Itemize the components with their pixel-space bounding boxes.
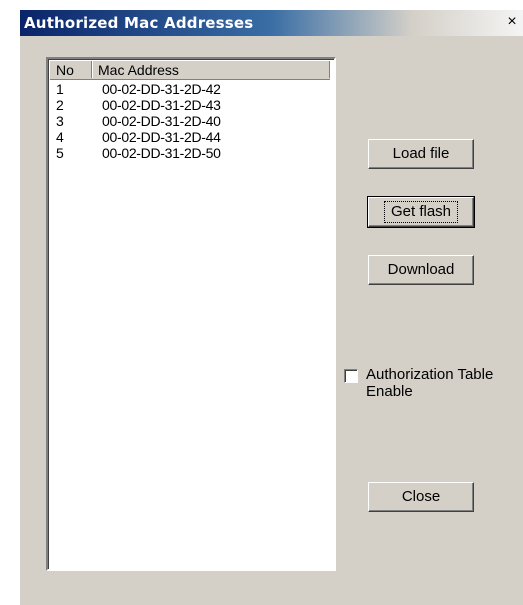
list-rows: 1 00-02-DD-31-2D-42 2 00-02-DD-31-2D-43 … [50,81,330,161]
get-flash-button[interactable]: Get flash [367,196,475,228]
list-item[interactable]: 4 00-02-DD-31-2D-44 [50,129,330,145]
list-header: No Mac Address [50,61,330,80]
column-header-mac-address[interactable]: Mac Address [92,61,330,78]
row-number: 3 [56,113,64,129]
download-button[interactable]: Download [368,255,474,285]
close-button[interactable]: Close [368,482,474,512]
list-item[interactable]: 3 00-02-DD-31-2D-40 [50,113,330,129]
title-bar[interactable]: Authorized Mac Addresses × [20,10,523,36]
authorization-table-enable-label[interactable]: Authorization Table Enable [366,366,523,400]
row-mac-address: 00-02-DD-31-2D-40 [102,113,221,129]
column-header-no[interactable]: No [50,61,92,78]
row-number: 4 [56,129,64,145]
row-mac-address: 00-02-DD-31-2D-50 [102,145,221,161]
row-number: 1 [56,81,64,97]
list-item[interactable]: 5 00-02-DD-31-2D-50 [50,145,330,161]
row-number: 5 [56,145,64,161]
mac-address-list[interactable]: No Mac Address 1 00-02-DD-31-2D-42 2 00-… [46,57,336,571]
row-mac-address: 00-02-DD-31-2D-43 [102,97,221,113]
window-title: Authorized Mac Addresses [24,14,254,32]
list-item[interactable]: 2 00-02-DD-31-2D-43 [50,97,330,113]
authorization-table-enable-checkbox[interactable] [344,369,358,383]
row-number: 2 [56,97,64,113]
row-mac-address: 00-02-DD-31-2D-44 [102,129,221,145]
load-file-button[interactable]: Load file [368,139,474,169]
close-icon[interactable]: × [503,13,521,31]
list-item[interactable]: 1 00-02-DD-31-2D-42 [50,81,330,97]
authorized-mac-dialog: Authorized Mac Addresses × No Mac Addres… [20,10,523,605]
get-flash-label: Get flash [383,201,459,223]
row-mac-address: 00-02-DD-31-2D-42 [102,81,221,97]
